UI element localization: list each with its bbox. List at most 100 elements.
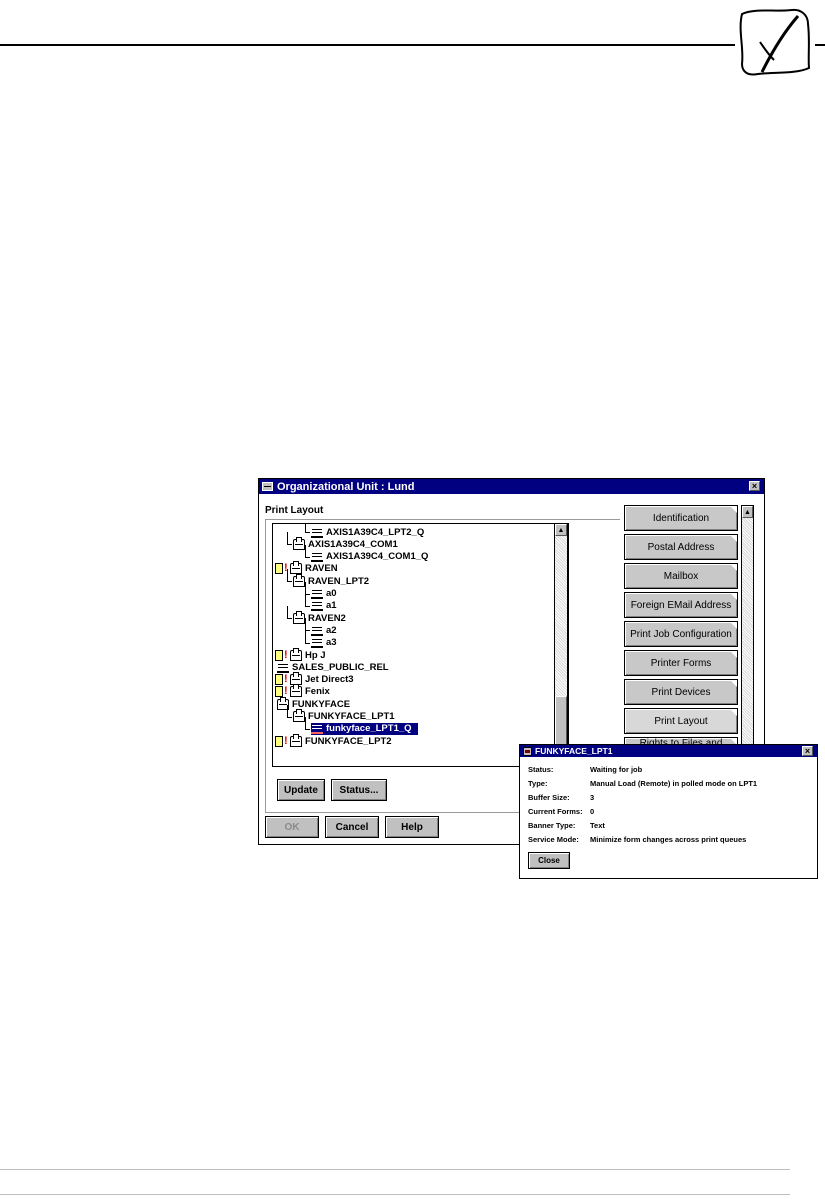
status-field-label: Status: [528,765,554,774]
scroll-thumb[interactable] [555,696,567,748]
tree-node[interactable]: RAVEN2 [293,610,346,624]
queue-icon [311,637,323,649]
ok-button[interactable]: OK [265,816,319,838]
footer-rule-lower [0,1194,790,1195]
page-button[interactable]: Print Layout [624,708,738,734]
tree-node[interactable]: FUNKYFACE_LPT2 [275,733,392,747]
tree-connector [287,581,292,583]
close-icon[interactable]: × [749,481,760,491]
header-rule-end [815,44,825,46]
status-field-label: Type: [528,779,548,788]
server-icon [275,674,283,686]
chapter-logo-icon [739,8,811,76]
status-close-icon[interactable]: × [802,746,813,756]
close-button[interactable]: Close [528,852,570,869]
status-field-row: Banner Type: Text [528,821,605,830]
tree-node[interactable]: FUNKYFACE_LPT1 [293,709,395,723]
status-field-row: Service Mode: Minimize form changes acros… [528,835,746,844]
alert-icon [284,650,289,661]
cancel-button[interactable]: Cancel [325,816,379,838]
tree-node[interactable]: AXIS1A39C4_COM1 [293,536,398,550]
status-field-row: Type: Manual Load (Remote) in polled mode… [528,779,757,788]
window-title: Organizational Unit : Lund [277,480,415,493]
page-button[interactable]: Postal Address [624,534,738,560]
tree-connector [305,532,310,533]
section-label: Print Layout [265,505,324,516]
page-button[interactable]: Foreign EMail Address [624,592,738,618]
scroll-up-icon[interactable]: ▲ [555,524,567,536]
tree-node-selected[interactable]: funkyface_LPT1_Q [311,722,418,735]
server-icon [275,649,283,661]
status-field-label: Current Forms: [528,807,583,816]
printer-icon [290,647,302,661]
tree-connector [305,524,306,532]
page-button[interactable]: Printer Forms [624,650,738,676]
tree-connector [287,606,288,619]
tree-node-label: funkyface_LPT1_Q [326,723,412,735]
status-field-label: Service Mode: [528,835,579,844]
tree-node-label: SALES_PUBLIC_REL [292,661,389,673]
alert-icon [284,674,289,685]
tree-node[interactable]: Jet Direct3 [275,672,354,686]
tree-node[interactable]: a2 [311,624,337,636]
queue-icon [311,600,323,612]
queue-icon [311,588,323,599]
page-button[interactable]: Print Devices [624,679,738,705]
queue-icon [311,551,323,563]
status-field-value: Minimize form changes across print queue… [590,835,747,844]
status-field-row: Current Forms: 0 [528,807,594,816]
tree-scrollbar[interactable]: ▲ ▼ [554,523,568,765]
page-button[interactable]: Print Job Configuration [624,621,738,647]
status-titlebar: FUNKYFACE_LPT1 × [520,745,817,757]
queue-icon [277,662,289,673]
tree-connector [287,618,292,620]
printer-icon [290,733,302,747]
tree-node[interactable]: a1 [311,600,337,612]
tree-node[interactable]: RAVEN [275,561,338,575]
tree-node-label: AXIS1A39C4_LPT2_Q [326,526,425,538]
status-button[interactable]: Status... [331,779,387,801]
tree-node-label: RAVEN2 [308,612,346,624]
page-scroll-up-icon[interactable]: ▲ [742,506,753,518]
page-button[interactable]: Mailbox [624,563,738,589]
status-field-row: Status: Waiting for job [528,765,642,774]
tree-node-label: Hp J [305,649,326,661]
tree-node-label: Jet Direct3 [305,674,354,686]
printer-icon [293,573,305,587]
tree-node-label: AXIS1A39C4_COM1_Q [326,551,429,563]
tree-connector [305,556,310,558]
server-icon [275,563,283,575]
tree-connector [305,605,310,607]
org-unit-titlebar: Organizational Unit : Lund × [259,479,764,494]
tree-node-label: a2 [326,624,337,636]
status-field-label: Banner Type: [528,821,576,830]
queue-icon [311,723,323,735]
print-layout-tree[interactable]: AXIS1A39C4_LPT2_Q AXIS1A39C4_COM1 AXIS1A39… [272,523,569,767]
system-menu-icon[interactable] [262,482,273,491]
status-field-row: Buffer Size: 3 [528,793,594,802]
help-button[interactable]: Help [385,816,439,838]
update-button[interactable]: Update [277,779,325,801]
tree-connector [305,630,306,643]
tree-node[interactable]: AXIS1A39C4_COM1_Q [311,551,428,563]
queue-icon [311,625,323,636]
tree-connector [305,593,306,606]
tree-connector [287,544,292,546]
tree-node[interactable]: AXIS1A39C4_LPT2_Q [311,526,424,538]
printer-status-window: FUNKYFACE_LPT1 × Status: Waiting for job T… [519,744,818,879]
status-field-value: Text [590,821,605,830]
alert-icon [284,736,289,747]
tree-node[interactable]: Hp J [275,647,326,661]
tree-connector [305,581,306,594]
page-button[interactable]: Identification [624,505,738,531]
printer-status-icon [523,746,532,756]
tree-node-label: FUNKYFACE_LPT1 [308,711,395,722]
status-field-value: Waiting for job [590,765,643,774]
status-window-title: FUNKYFACE_LPT1 [535,746,613,756]
footer-rule [0,1169,790,1170]
tree-node[interactable]: a0 [311,588,337,600]
tree-node[interactable]: a3 [311,637,337,649]
server-icon [275,735,283,747]
tree-connector [305,618,306,631]
status-field-label: Buffer Size: [528,793,570,802]
